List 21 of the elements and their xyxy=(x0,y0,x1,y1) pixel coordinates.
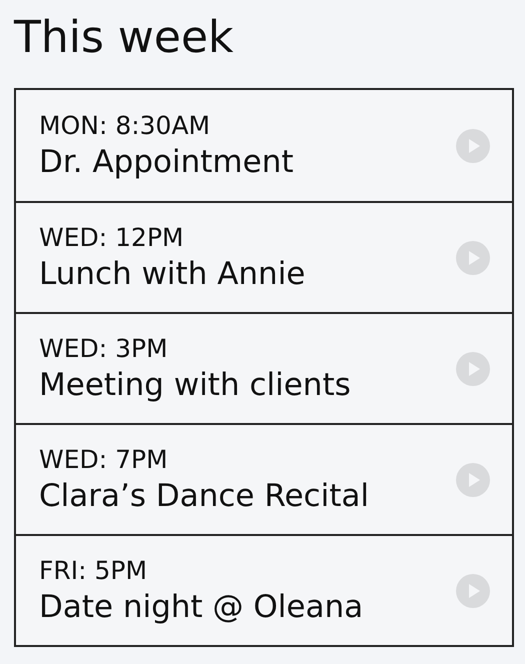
event-row[interactable]: WED: 3PM Meeting with clients xyxy=(16,312,512,423)
play-icon[interactable] xyxy=(456,352,490,386)
event-row[interactable]: WED: 7PM Clara’s Dance Recital xyxy=(16,423,512,534)
event-time: WED: 12PM xyxy=(39,223,185,252)
event-title: Date night @ Oleana xyxy=(39,589,364,625)
event-row[interactable]: FRI: 5PM Date night @ Oleana xyxy=(16,534,512,645)
event-title: Meeting with clients xyxy=(39,367,351,403)
event-title: Lunch with Annie xyxy=(39,256,306,292)
event-row[interactable]: WED: 12PM Lunch with Annie xyxy=(16,201,512,312)
event-time: WED: 3PM xyxy=(39,334,169,363)
play-icon[interactable] xyxy=(456,574,490,608)
event-time: MON: 8:30AM xyxy=(39,111,212,140)
play-icon[interactable] xyxy=(456,128,490,162)
play-icon[interactable] xyxy=(456,240,490,274)
play-icon[interactable] xyxy=(456,462,490,496)
event-time: WED: 7PM xyxy=(39,445,169,474)
event-title: Dr. Appointment xyxy=(39,144,294,180)
event-title: Clara’s Dance Recital xyxy=(39,478,369,514)
page-title: This week xyxy=(14,11,235,65)
event-row[interactable]: MON: 8:30AM Dr. Appointment xyxy=(16,90,512,201)
event-time: FRI: 5PM xyxy=(39,556,148,585)
